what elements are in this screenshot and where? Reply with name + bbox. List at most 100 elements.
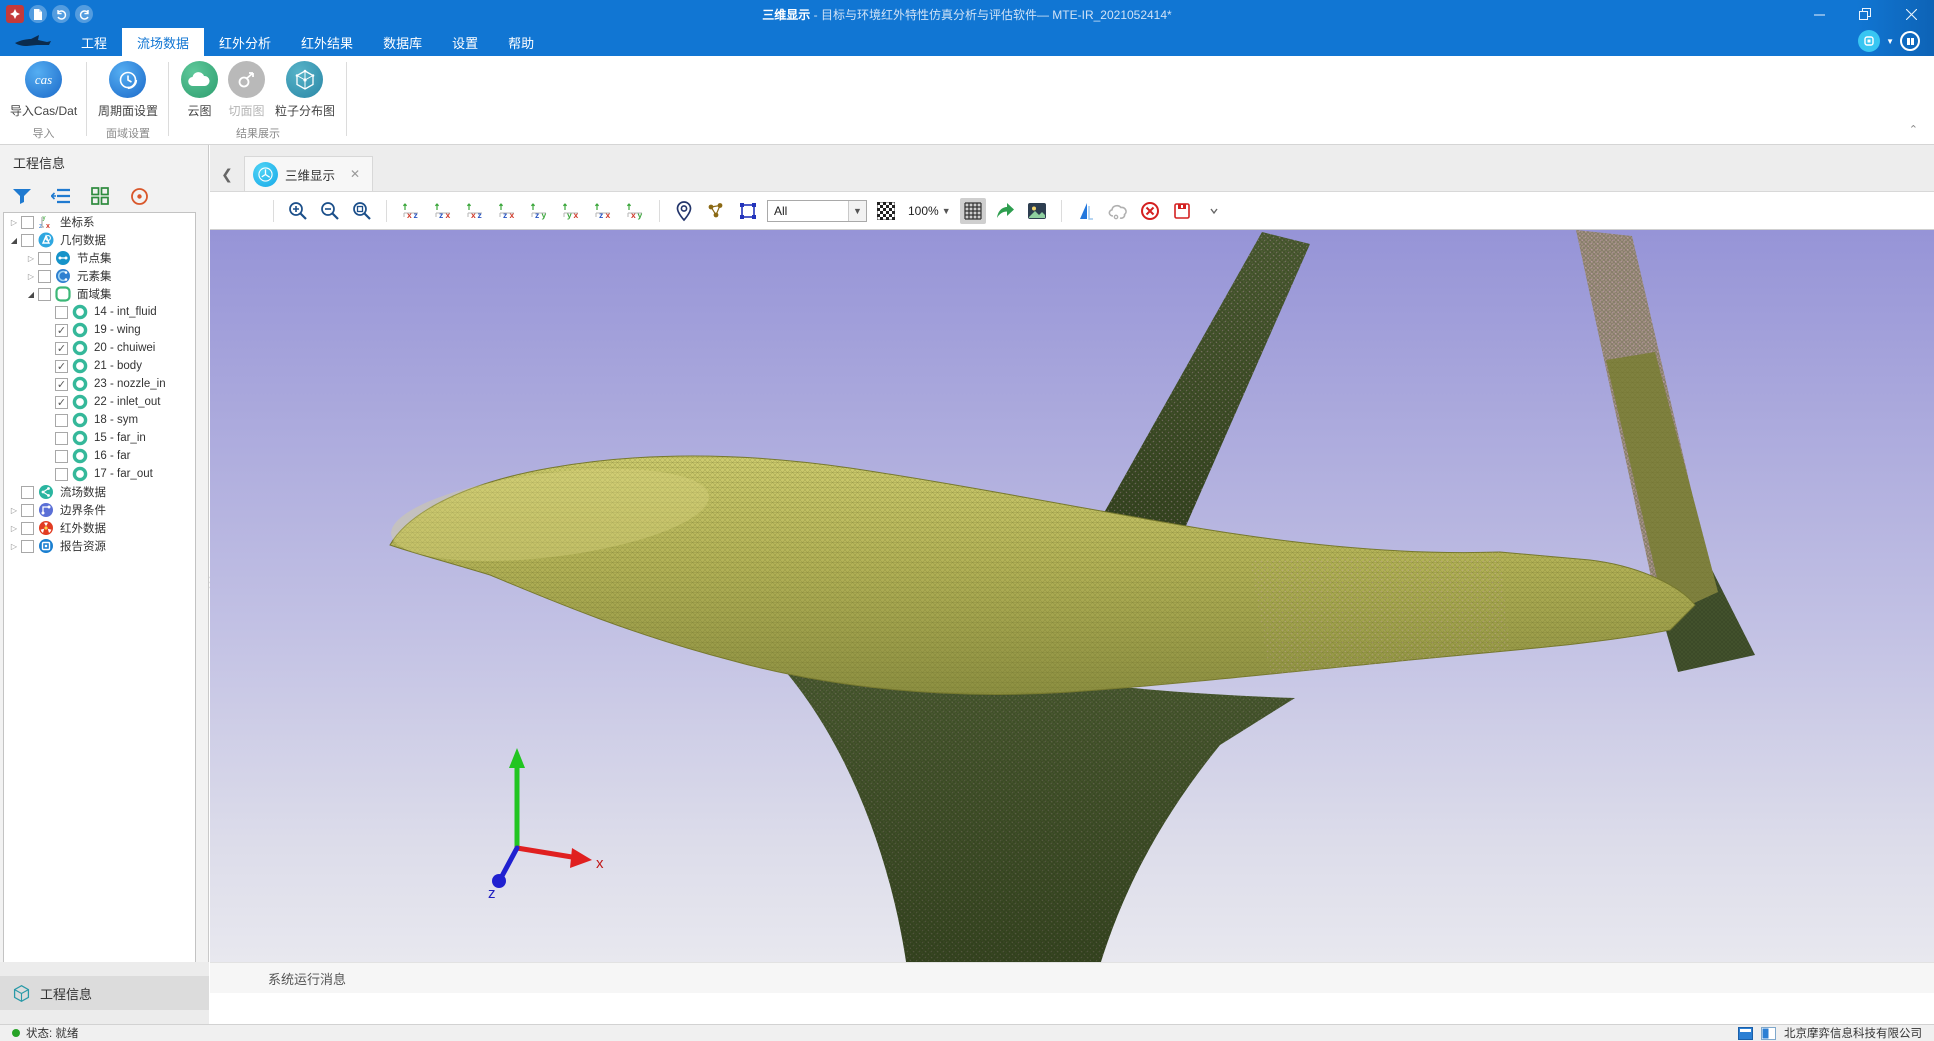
tree-row-22---inlet_out[interactable]: ✓22 - inlet_out — [4, 393, 195, 411]
tree-expander-icon[interactable]: ▷ — [7, 218, 21, 227]
tree-checkbox[interactable] — [55, 468, 68, 481]
save-view-dropdown-caret[interactable] — [1201, 198, 1227, 224]
run-view-button[interactable] — [1858, 30, 1880, 52]
view-right-icon[interactable]: zx — [494, 198, 520, 224]
tree-checkbox[interactable] — [55, 450, 68, 463]
tree-row-20---chuiwei[interactable]: ✓20 - chuiwei — [4, 339, 195, 357]
locate-target-icon[interactable] — [127, 184, 151, 208]
tree-expander-icon[interactable]: ▷ — [24, 272, 38, 281]
snapshot-image-icon[interactable] — [1024, 198, 1050, 224]
display-filter-dropdown-icon[interactable]: ▼ — [848, 201, 866, 221]
tree-row-18---sym[interactable]: 18 - sym — [4, 411, 195, 429]
list-view-icon[interactable] — [49, 184, 73, 208]
tree-row-元素集[interactable]: ▷元素集 — [4, 267, 195, 285]
grid-view-icon[interactable] — [88, 184, 112, 208]
undo-button[interactable] — [52, 5, 70, 23]
tree-row-19---wing[interactable]: ✓19 - wing — [4, 321, 195, 339]
dock-tab-project-info[interactable]: 工程信息 — [0, 976, 209, 1010]
view-left-icon[interactable]: xz — [462, 198, 488, 224]
close-button[interactable] — [1888, 0, 1934, 28]
layout-icon-2[interactable] — [1761, 1027, 1776, 1040]
save-view-icon[interactable] — [1169, 198, 1195, 224]
export-arrow-icon[interactable] — [992, 198, 1018, 224]
tree-checkbox[interactable] — [21, 216, 34, 229]
tree-checkbox[interactable] — [38, 288, 51, 301]
run-dropdown-caret[interactable]: ▼ — [1886, 37, 1894, 46]
tree-checkbox[interactable]: ✓ — [55, 360, 68, 373]
menu-tab-0[interactable]: 工程 — [66, 28, 122, 56]
restore-button[interactable] — [1842, 0, 1888, 28]
layout-icon-1[interactable] — [1738, 1027, 1753, 1040]
import-cas-dat-button[interactable]: cas 导入Cas/Dat — [10, 61, 77, 119]
zoom-fit-icon[interactable] — [349, 198, 375, 224]
tree-expander-icon[interactable]: ▷ — [7, 542, 21, 551]
grid-toggle-button[interactable] — [960, 198, 986, 224]
tabs-scroll-left-button[interactable]: ❮ — [210, 157, 244, 191]
display-filter-select[interactable]: All▼ — [767, 200, 867, 222]
particle-map-button[interactable]: 粒子分布图 — [275, 61, 335, 119]
contour-map-button[interactable]: 云图 — [181, 61, 218, 119]
minimize-button[interactable] — [1796, 0, 1842, 28]
view-iso-icon[interactable]: zx — [590, 198, 616, 224]
tab-3d-view[interactable]: 三维显示 ✕ — [244, 156, 373, 191]
zoom-in-icon[interactable] — [285, 198, 311, 224]
tree-checkbox[interactable] — [21, 504, 34, 517]
menu-tab-6[interactable]: 帮助 — [493, 28, 549, 56]
tree-checkbox[interactable] — [21, 486, 34, 499]
tree-row-红外数据[interactable]: ▷红外数据 — [4, 519, 195, 537]
menu-tab-4[interactable]: 数据库 — [368, 28, 437, 56]
app-icon[interactable] — [6, 5, 24, 23]
tree-row-报告资源[interactable]: ▷报告资源 — [4, 537, 195, 555]
tree-checkbox[interactable]: ✓ — [55, 324, 68, 337]
tree-checkbox[interactable] — [21, 234, 34, 247]
tab-close-icon[interactable]: ✕ — [350, 167, 360, 181]
tree-expander-icon[interactable]: ▷ — [24, 254, 38, 263]
mirror-icon[interactable] — [1073, 198, 1099, 224]
tree-expander-icon[interactable]: ▷ — [7, 524, 21, 533]
new-file-button[interactable] — [29, 5, 47, 23]
view-iso2-icon[interactable]: xy — [622, 198, 648, 224]
help-circle-icon[interactable] — [1900, 31, 1920, 51]
tree-checkbox[interactable]: ✓ — [55, 342, 68, 355]
periodic-face-button[interactable]: 周期面设置 — [98, 61, 158, 119]
tree-row-15---far_in[interactable]: 15 - far_in — [4, 429, 195, 447]
tree-row-坐标系[interactable]: ▷yzx坐标系 — [4, 213, 195, 231]
tree-checkbox[interactable] — [38, 252, 51, 265]
tree-checkbox[interactable] — [55, 306, 68, 319]
menu-tab-3[interactable]: 红外结果 — [286, 28, 368, 56]
dither-pattern-icon[interactable] — [873, 198, 899, 224]
view-bottom-icon[interactable]: yx — [558, 198, 584, 224]
tree-row-节点集[interactable]: ▷节点集 — [4, 249, 195, 267]
tree-row-面域集[interactable]: ◢面域集 — [4, 285, 195, 303]
ribbon-collapse-chevron[interactable]: ⌃ — [1909, 123, 1918, 136]
view-front-icon[interactable]: xz — [398, 198, 424, 224]
redo-button[interactable] — [75, 5, 93, 23]
filter-icon[interactable] — [10, 184, 34, 208]
menu-tab-5[interactable]: 设置 — [437, 28, 493, 56]
zoom-out-icon[interactable] — [317, 198, 343, 224]
tree-checkbox[interactable]: ✓ — [55, 396, 68, 409]
tree-expander-icon[interactable]: ▷ — [7, 506, 21, 515]
tree-checkbox[interactable] — [55, 432, 68, 445]
menu-tab-2[interactable]: 红外分析 — [204, 28, 286, 56]
tree-checkbox[interactable] — [38, 270, 51, 283]
tree-row-17---far_out[interactable]: 17 - far_out — [4, 465, 195, 483]
tree-checkbox[interactable] — [21, 540, 34, 553]
zoom-level-dropdown[interactable]: 100%▼ — [905, 204, 954, 218]
tree-row-23---nozzle_in[interactable]: ✓23 - nozzle_in — [4, 375, 195, 393]
view-back-icon[interactable]: zx — [430, 198, 456, 224]
view-top-icon[interactable]: zy — [526, 198, 552, 224]
menu-tab-1[interactable]: 流场数据 — [122, 28, 204, 56]
tree-checkbox[interactable] — [55, 414, 68, 427]
viewport-3d[interactable]: x z 系统运行消息 — [210, 230, 1934, 993]
lasso-icon[interactable] — [1105, 198, 1131, 224]
tree-expander-icon[interactable]: ◢ — [24, 290, 38, 299]
tree-row-14---int_fluid[interactable]: 14 - int_fluid — [4, 303, 195, 321]
node-display-icon[interactable] — [703, 198, 729, 224]
probe-pin-icon[interactable] — [671, 198, 697, 224]
tree-checkbox[interactable] — [21, 522, 34, 535]
tree-expander-icon[interactable]: ◢ — [7, 236, 21, 245]
tree-row-16---far[interactable]: 16 - far — [4, 447, 195, 465]
tree-checkbox[interactable]: ✓ — [55, 378, 68, 391]
tree-row-21---body[interactable]: ✓21 - body — [4, 357, 195, 375]
